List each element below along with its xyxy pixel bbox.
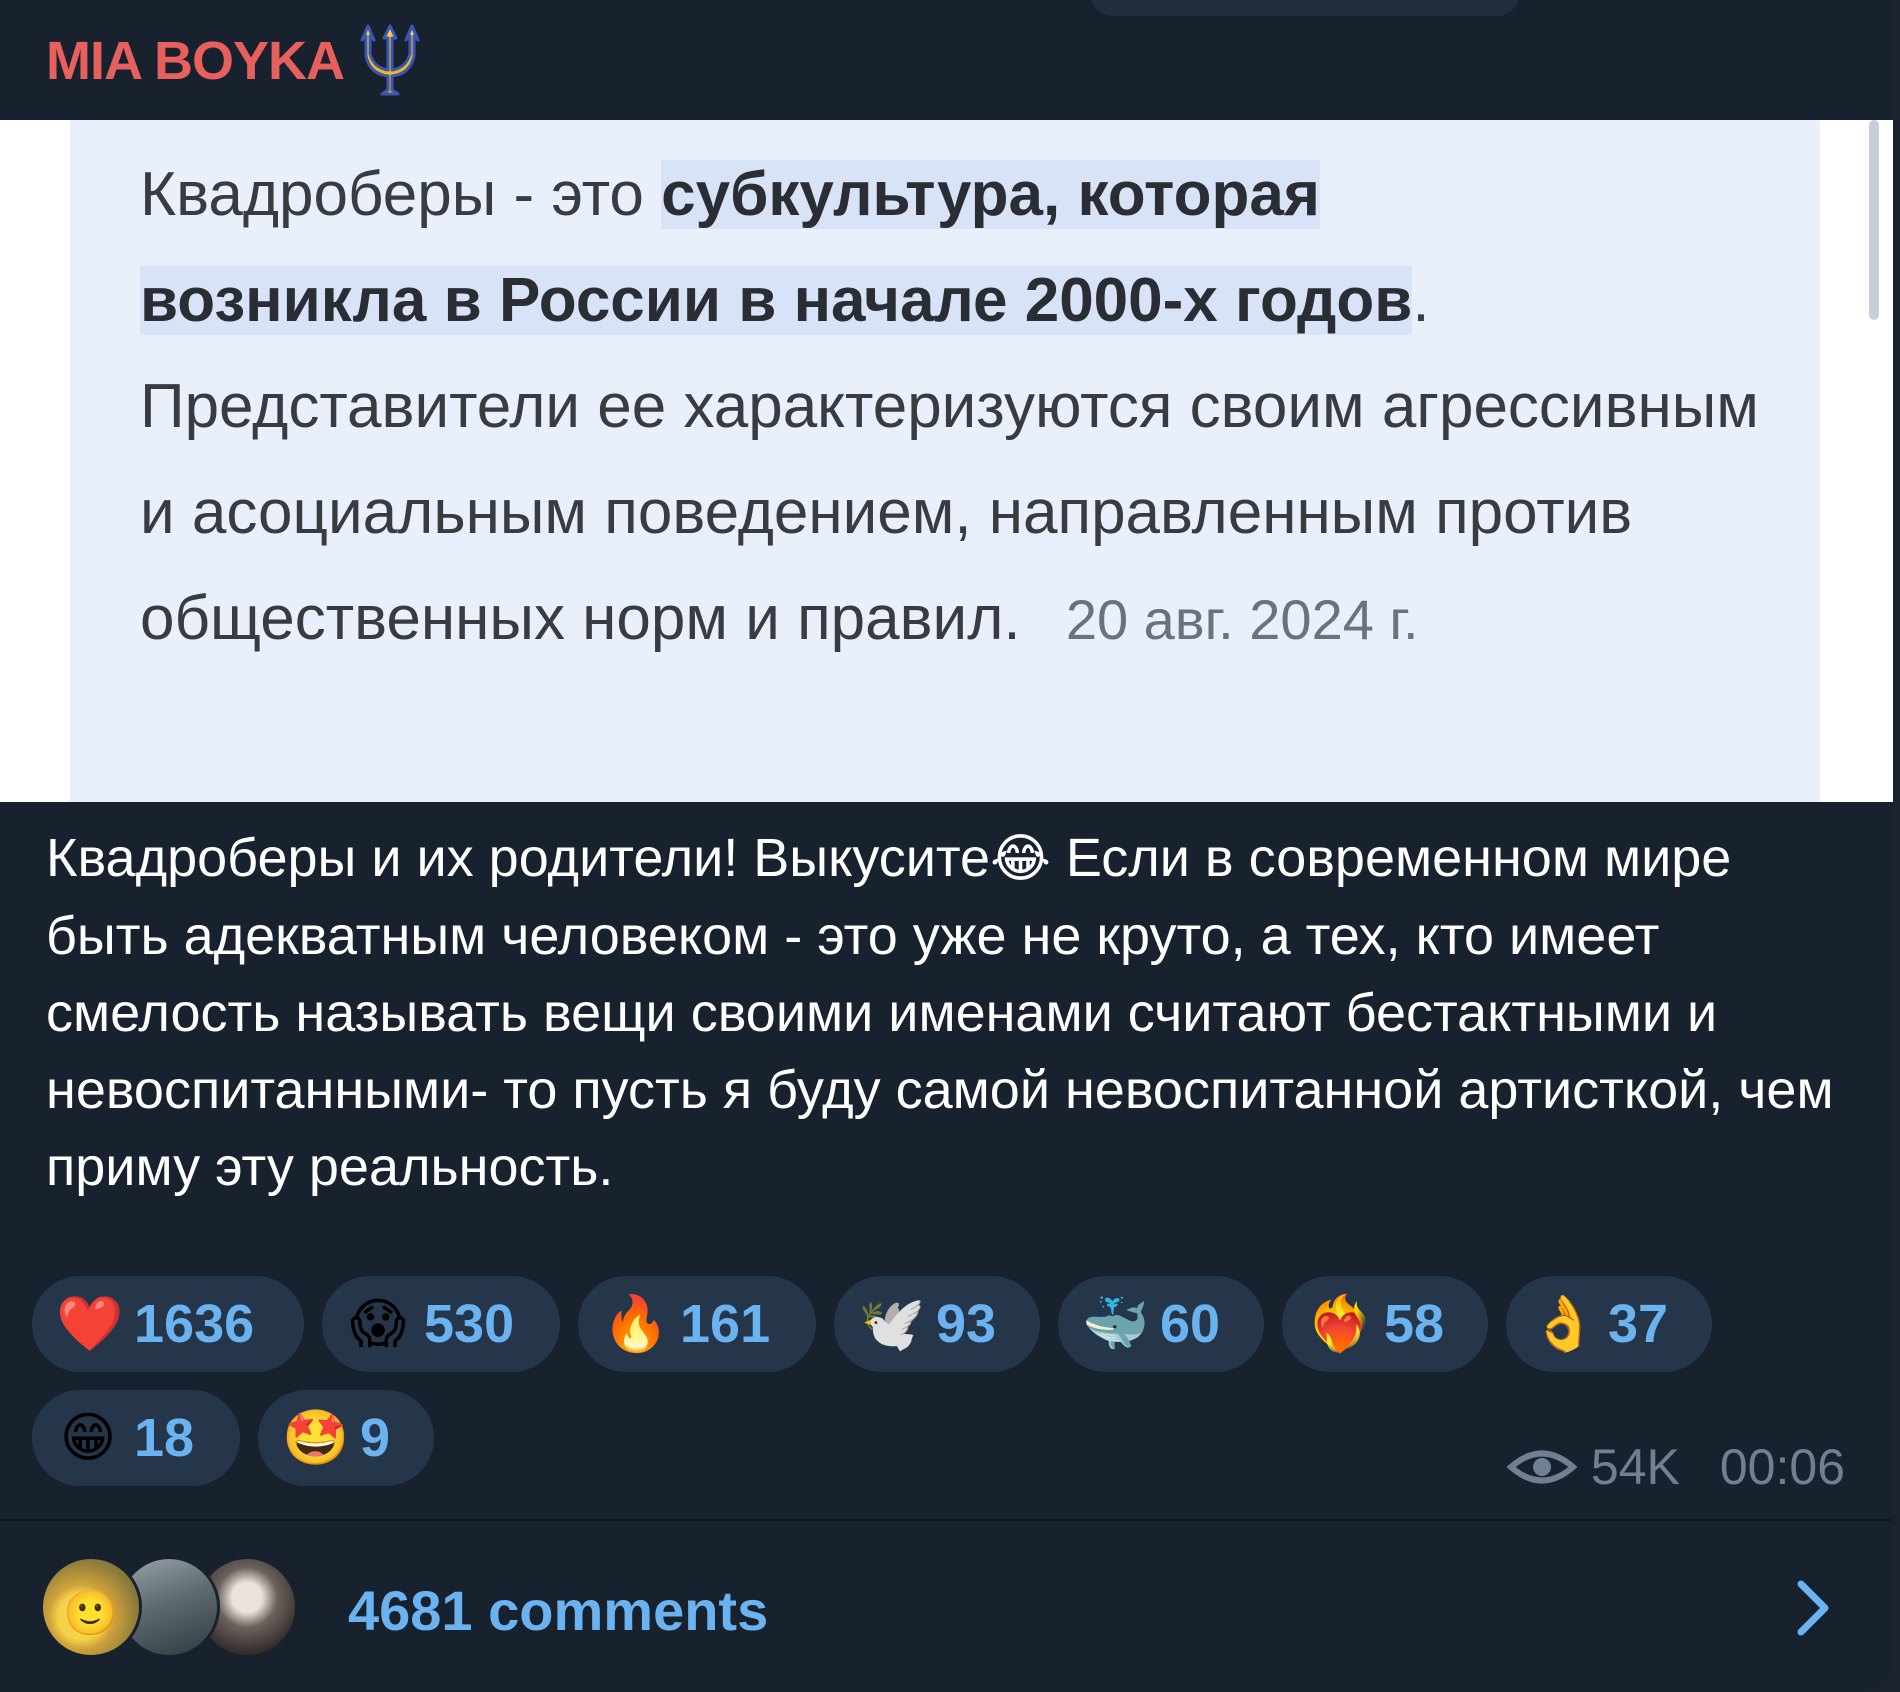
message-meta: 54K 00:06	[1506, 1438, 1845, 1496]
commenter-avatars: 🙂	[40, 1556, 310, 1658]
reaction-dove[interactable]: 🕊️ 93	[834, 1276, 1040, 1372]
comments-divider	[0, 1519, 1893, 1521]
quote-highlight-2: возникла в России в начале 2000-х годов	[140, 266, 1413, 335]
author-name[interactable]: MIA BOYKA	[46, 30, 345, 92]
chevron-right-icon[interactable]	[1791, 1578, 1835, 1638]
trident-icon	[360, 24, 420, 96]
heart-icon: ❤️	[56, 1294, 124, 1354]
reaction-scream[interactable]: 😱 530	[322, 1276, 560, 1372]
reaction-heart-fire[interactable]: ❤️‍🔥 58	[1282, 1276, 1488, 1372]
fire-icon: 🔥	[602, 1294, 670, 1354]
reaction-count: 58	[1384, 1294, 1445, 1354]
message-time: 00:06	[1719, 1439, 1845, 1495]
heart-on-fire-icon: ❤️‍🔥	[1306, 1294, 1374, 1354]
quote-highlight-1: субкультура, которая	[661, 160, 1320, 229]
reaction-count: 161	[680, 1294, 771, 1354]
post-text-part-1: Квадроберы и их родители! Выкусите	[46, 828, 991, 888]
quote-highlight-end: .	[1412, 266, 1430, 335]
dove-icon: 🕊️	[858, 1294, 926, 1354]
reaction-count: 9	[360, 1408, 391, 1468]
quote-prefix: Квадроберы - это	[140, 160, 662, 229]
quote-body: Представители ее характеризуются своим а…	[140, 372, 1759, 653]
quote-date: 20 авг. 2024 г.	[1065, 588, 1419, 651]
message-bubble: MIA BOYKA Квадроберы - это субкультура, …	[0, 0, 1893, 1692]
comments-count-link[interactable]: 4681 comments	[348, 1578, 768, 1643]
reaction-star-struck[interactable]: 🤩 9	[258, 1390, 434, 1486]
post-text: Квадроберы и их родители! Выкусите😂 Если…	[46, 820, 1846, 1206]
avatar: 🙂	[40, 1556, 142, 1658]
quote-screenshot[interactable]: Квадроберы - это субкультура, которая во…	[0, 120, 1893, 802]
media-scrollbar	[1869, 120, 1879, 320]
views-count: 54K	[1590, 1439, 1680, 1495]
views-eye-icon	[1506, 1450, 1577, 1484]
reaction-count: 1636	[134, 1294, 255, 1354]
reaction-ok-hand[interactable]: 👌 37	[1506, 1276, 1712, 1372]
reaction-whale[interactable]: 🐳 60	[1058, 1276, 1264, 1372]
quote-text: Квадроберы - это субкультура, которая во…	[140, 142, 1760, 673]
comments-row[interactable]: 🙂 4681 comments	[0, 1522, 1893, 1692]
reaction-fire[interactable]: 🔥 161	[578, 1276, 816, 1372]
scream-face-icon: 😱	[349, 1294, 407, 1354]
reaction-count: 18	[134, 1408, 195, 1468]
message-header: MIA BOYKA	[0, 0, 1893, 120]
star-struck-icon: 🤩	[282, 1408, 350, 1468]
reaction-count: 37	[1608, 1294, 1669, 1354]
reaction-heart[interactable]: ❤️ 1636	[32, 1276, 304, 1372]
reaction-count: 530	[424, 1294, 515, 1354]
reaction-grin[interactable]: 😁 18	[32, 1390, 240, 1486]
laughing-emoji-icon: 😂	[990, 830, 1051, 888]
whale-icon: 🐳	[1082, 1294, 1150, 1354]
reaction-count: 93	[936, 1294, 997, 1354]
grinning-face-icon: 😁	[59, 1408, 117, 1468]
ok-hand-icon: 👌	[1530, 1294, 1598, 1354]
reaction-count: 60	[1160, 1294, 1221, 1354]
